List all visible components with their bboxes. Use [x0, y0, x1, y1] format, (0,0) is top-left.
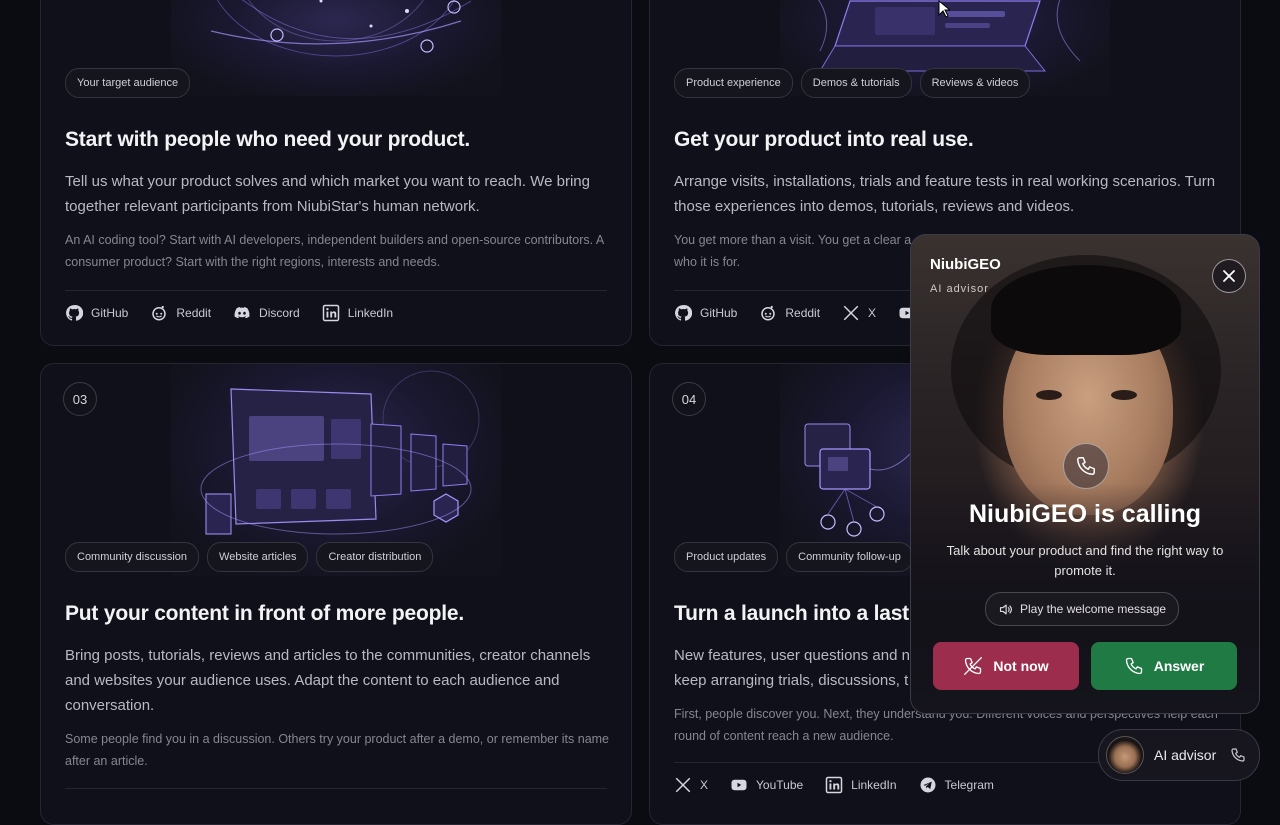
x-icon [675, 777, 691, 793]
advisor-label: AI advisor [1154, 747, 1217, 763]
social-label: Telegram [944, 778, 994, 792]
chip: Product updates [674, 542, 779, 572]
social-label: Reddit [176, 306, 212, 320]
card-content-distribution: 03 Community discussion Website articles… [40, 363, 632, 825]
chip: Creator distribution [316, 542, 434, 572]
card-title: Turn a launch into a lastin [674, 602, 928, 625]
linkedin-icon [322, 304, 339, 322]
close-icon [1223, 270, 1235, 282]
card-title: Start with people who need your product. [65, 128, 471, 151]
avatar [1106, 736, 1144, 774]
step-number: 03 [63, 382, 97, 416]
social-label: LinkedIn [851, 778, 897, 792]
card-title: Get your product into real use. [674, 128, 974, 151]
card-description: Tell us what your product solves and whi… [65, 173, 590, 215]
play-welcome-button[interactable]: Play the welcome message [985, 592, 1180, 626]
social-label: Discord [259, 306, 300, 320]
step-number: 04 [672, 382, 706, 416]
chip: Community follow-up [786, 542, 913, 572]
github-icon [66, 305, 83, 321]
social-x[interactable]: X [842, 304, 876, 322]
social-github[interactable]: GitHub [674, 304, 737, 322]
card-note: Some people find you in a discussion. Ot… [65, 732, 610, 768]
card-description: Arrange visits, installations, trials an… [674, 173, 1216, 215]
discord-icon [234, 307, 250, 319]
speaker-icon [999, 604, 1012, 614]
cursor-icon [938, 0, 950, 18]
card-description: Bring posts, tutorials, reviews and arti… [65, 647, 591, 714]
chip: Website articles [207, 542, 309, 572]
ringing-phone-badge [1063, 443, 1109, 489]
social-label: X [700, 778, 709, 792]
social-discord[interactable]: Discord [233, 304, 300, 322]
linkedin-icon [825, 776, 843, 794]
x-icon [843, 305, 859, 321]
chip: Product experience [674, 68, 793, 98]
divider [65, 290, 607, 291]
phone-icon [1125, 657, 1142, 675]
phone-off-icon [964, 657, 983, 675]
phone-icon [1230, 747, 1246, 763]
close-button[interactable] [1212, 259, 1246, 293]
social-linkedin[interactable]: LinkedIn [322, 304, 393, 322]
card-note: An AI coding tool? Start with AI develop… [65, 233, 604, 269]
github-icon [675, 305, 692, 321]
chip: Reviews & videos [919, 68, 1031, 98]
reddit-icon [761, 305, 776, 321]
social-label: YouTube [756, 778, 804, 792]
decline-label: Not now [993, 658, 1049, 674]
social-reddit[interactable]: Reddit [759, 304, 820, 322]
chip: Demos & tutorials [800, 68, 912, 98]
divider [65, 788, 607, 789]
answer-label: Answer [1153, 658, 1205, 674]
social-telegram[interactable]: Telegram [919, 776, 994, 794]
call-description: Talk about your product and find the rig… [946, 543, 1224, 578]
social-label: GitHub [700, 306, 738, 320]
chip: Your target audience [65, 68, 191, 98]
ai-advisor-button[interactable]: AI advisor [1098, 729, 1260, 781]
call-heading: NiubiGEO is calling [969, 500, 1201, 528]
globe-illustration [171, 0, 501, 96]
card-target-audience: Your target audience Start with people w… [40, 0, 632, 346]
chip: Community discussion [65, 542, 200, 572]
social-label: X [868, 306, 877, 320]
caller-brand: NiubiGEO [930, 256, 1001, 273]
social-github[interactable]: GitHub [65, 304, 128, 322]
decline-button[interactable]: Not now [933, 642, 1079, 690]
answer-button[interactable]: Answer [1091, 642, 1237, 690]
caller-subtitle: AI advisor [930, 283, 989, 295]
telegram-icon [920, 777, 936, 793]
social-label: Reddit [785, 306, 821, 320]
phone-icon [1077, 457, 1095, 475]
social-linkedin[interactable]: LinkedIn [825, 776, 897, 794]
incoming-call-dialog: NiubiGEO AI advisor NiubiGEO is calling … [910, 234, 1260, 714]
card-title: Put your content in front of more people… [65, 602, 464, 625]
reddit-icon [152, 305, 167, 321]
social-label: GitHub [91, 306, 129, 320]
social-x[interactable]: X [674, 776, 708, 794]
play-label: Play the welcome message [1020, 602, 1167, 616]
social-youtube[interactable]: YouTube [730, 776, 803, 794]
youtube-icon [731, 779, 747, 791]
social-label: LinkedIn [347, 306, 394, 320]
social-reddit[interactable]: Reddit [150, 304, 211, 322]
